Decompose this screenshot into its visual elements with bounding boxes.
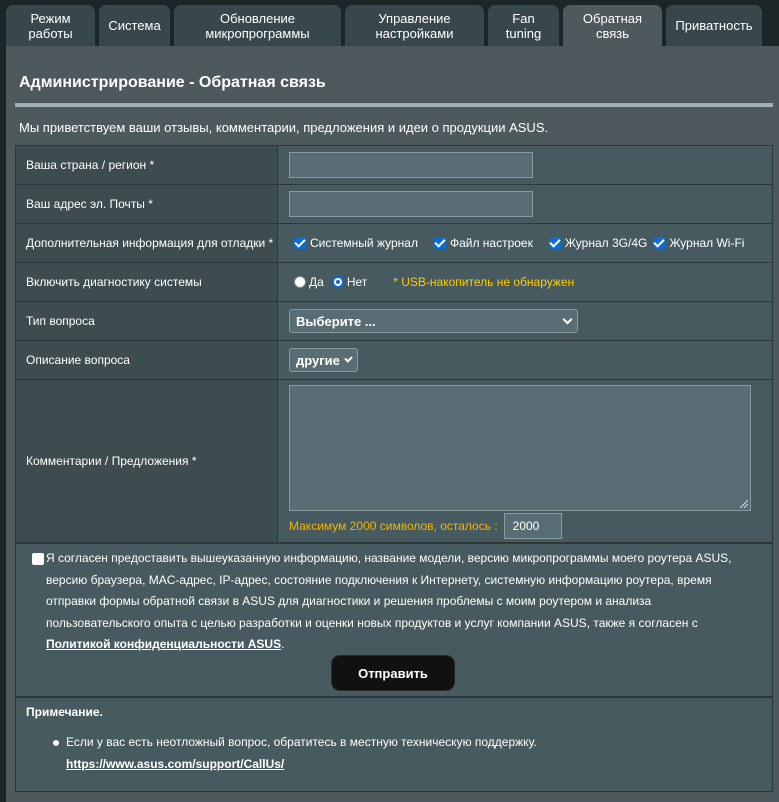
config-file-label: Файл настроек <box>449 236 533 250</box>
checkbox-icon <box>548 237 561 249</box>
main-panel: Администрирование - Обратная связь Мы пр… <box>6 46 779 802</box>
row-diagnostics: Включить диагностику системы Да Нет * US… <box>15 262 773 302</box>
consent-end: . <box>281 637 285 651</box>
tab-operation-mode[interactable]: Режим работы <box>6 5 95 46</box>
checkbox-icon <box>433 237 446 249</box>
note-block: Примечание. Если у вас есть неотложный в… <box>15 697 773 792</box>
config-file-checkbox[interactable]: Файл настроек <box>433 236 533 250</box>
tab-system[interactable]: Система <box>99 5 170 46</box>
tab-privacy[interactable]: Приватность <box>666 5 762 46</box>
question-desc-value: другие <box>296 352 340 368</box>
welcome-text: Мы приветствуем ваши отзывы, комментарии… <box>19 120 549 135</box>
row-comments: Комментарии / Предложения * Максимум 200… <box>15 379 773 543</box>
tab-settings-management[interactable]: Управление настройками <box>345 5 484 46</box>
comments-label: Комментарии / Предложения * <box>15 379 277 543</box>
wifi-log-checkbox[interactable]: Журнал Wi-Fi <box>653 236 744 250</box>
note-title: Примечание. <box>26 705 103 719</box>
question-type-select[interactable]: Выберите ... <box>289 309 578 333</box>
tab-bar: Режим работы Система Обновление микропро… <box>0 0 779 46</box>
diag-no-label: Нет <box>346 275 368 289</box>
question-type-label: Тип вопроса <box>15 301 277 341</box>
bullet-icon <box>53 740 59 746</box>
consent-text: Я согласен предоставить вышеуказанную ин… <box>46 548 746 656</box>
row-question-type: Тип вопроса Выберите ... <box>15 301 773 341</box>
diagnostics-label: Включить диагностику системы <box>15 262 277 302</box>
consent-block: Я согласен предоставить вышеуказанную ин… <box>15 543 773 697</box>
tab-feedback[interactable]: Обратная связь <box>563 5 662 46</box>
checkbox-icon <box>294 237 306 249</box>
wifi-log-label: Журнал Wi-Fi <box>669 236 745 250</box>
chars-remaining-field: 2000 <box>503 513 562 539</box>
mobile-log-label: Журнал 3G/4G <box>564 236 648 250</box>
title-divider <box>15 103 773 107</box>
privacy-policy-link[interactable]: Политикой конфиденциальности ASUS <box>46 637 281 651</box>
diag-yes-label: Да <box>309 275 324 289</box>
diag-yes-radio[interactable]: Да <box>294 275 324 289</box>
question-desc-select[interactable]: другие <box>289 348 358 372</box>
radio-icon <box>331 276 344 288</box>
row-email: Ваш адрес эл. Почты * <box>15 184 773 224</box>
mobile-log-checkbox[interactable]: Журнал 3G/4G <box>548 236 648 250</box>
tab-fan-tuning[interactable]: Fan tuning <box>488 5 559 46</box>
diag-no-radio[interactable]: Нет <box>331 275 368 289</box>
country-input[interactable] <box>289 152 533 178</box>
debug-label: Дополнительная информация для отладки * <box>15 223 277 263</box>
email-input[interactable] <box>289 191 533 217</box>
question-desc-label: Описание вопроса <box>15 340 277 380</box>
support-link[interactable]: https://www.asus.com/support/CallUs/ <box>66 757 284 771</box>
syslog-label: Системный журнал <box>310 236 418 250</box>
usb-warning: * USB-накопитель не обнаружен <box>393 275 575 289</box>
resize-grip-icon[interactable] <box>740 500 748 508</box>
page-title: Администрирование - Обратная связь <box>19 74 326 91</box>
chevron-down-icon <box>344 353 353 363</box>
comments-textarea[interactable] <box>289 385 751 511</box>
submit-button[interactable]: Отправить <box>332 656 454 690</box>
syslog-checkbox[interactable]: Системный журнал <box>294 236 418 250</box>
consent-checkbox[interactable] <box>32 553 44 565</box>
country-label: Ваша страна / регион * <box>15 145 277 185</box>
row-question-desc: Описание вопроса другие <box>15 340 773 380</box>
consent-body: Я согласен предоставить вышеуказанную ин… <box>46 551 732 630</box>
tab-firmware-update[interactable]: Обновление микропрограммы <box>174 5 341 46</box>
chevron-down-icon <box>562 314 573 324</box>
note-text: Если у вас есть неотложный вопрос, обрат… <box>66 735 537 749</box>
checkbox-icon <box>653 237 666 249</box>
email-label: Ваш адрес эл. Почты * <box>15 184 277 224</box>
row-country: Ваша страна / регион * <box>15 145 773 185</box>
max-chars-label: Максимум 2000 символов, осталось : <box>289 519 498 533</box>
question-type-value: Выберите ... <box>296 313 376 329</box>
row-debug-info: Дополнительная информация для отладки * … <box>15 223 773 263</box>
radio-icon <box>294 276 306 288</box>
char-counter: Максимум 2000 символов, осталось : 2000 <box>289 513 562 539</box>
